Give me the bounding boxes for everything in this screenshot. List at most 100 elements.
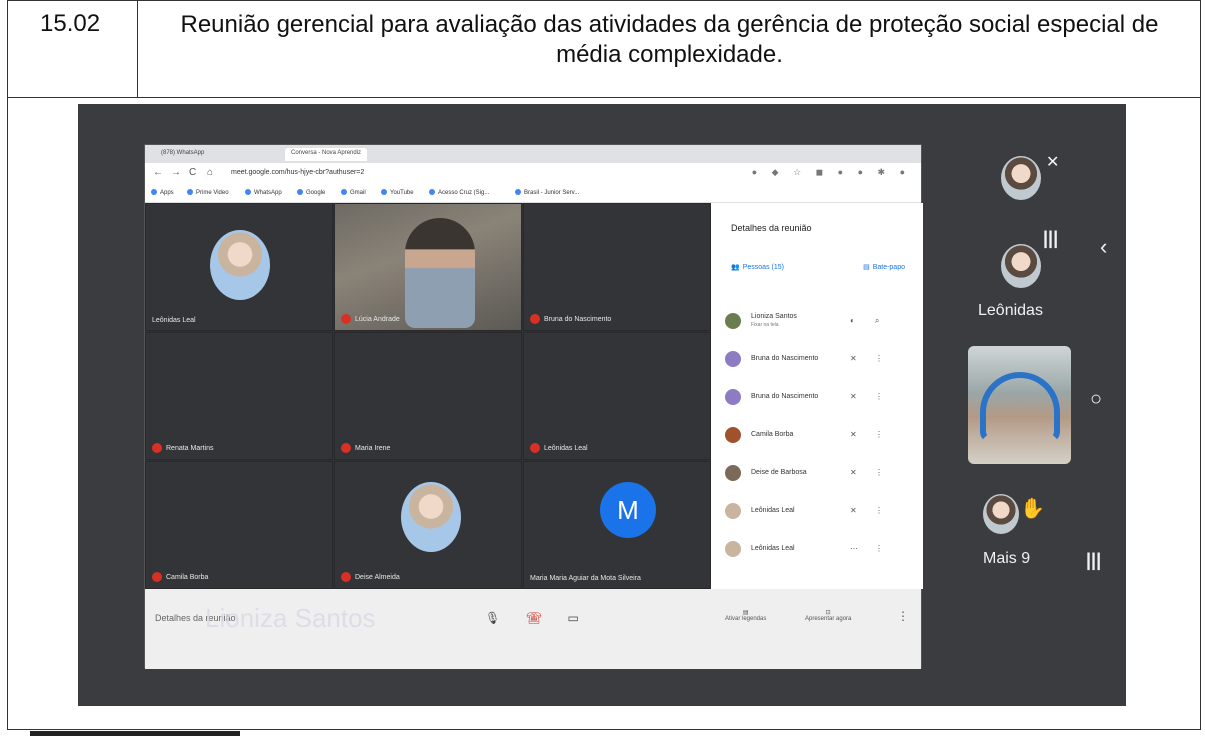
participant-list-item[interactable]: Camila Borba ✕ ⋮ — [725, 427, 915, 447]
participant-list-name: Lioniza Santos — [751, 313, 797, 320]
participant-tile[interactable]: Deise Almeida — [334, 461, 522, 589]
more-options-icon[interactable]: ⋮ — [875, 544, 883, 553]
audio-level-icon: ||| — [1043, 228, 1059, 248]
participant-name: Maria Maria Aguiar da Mota Silveira — [530, 575, 641, 582]
participant-list-name: Bruna do Nascimento — [751, 393, 819, 400]
self-video[interactable] — [968, 346, 1071, 464]
tab-chat[interactable]: Bate-papo — [863, 263, 905, 271]
home-icon[interactable]: ⌂ — [207, 167, 213, 178]
participant-avatar — [725, 465, 741, 481]
participant-list-item[interactable]: Leônidas Leal ⋯ ⋮ — [725, 541, 915, 561]
participant-tile[interactable]: Camila Borba — [145, 461, 333, 589]
mic-icon[interactable]: ◐ — [850, 316, 855, 325]
more-options-icon[interactable]: ⋮ — [875, 430, 883, 439]
participant-avatar — [725, 503, 741, 519]
bookmark-item[interactable]: Gmail — [341, 189, 366, 196]
participant-photo — [983, 494, 1019, 534]
address-bar: ← → C ⌂ meet.google.com/hus-hjye-cbr?aut… — [145, 163, 921, 183]
participant-tile[interactable]: Maria Irene — [334, 332, 522, 460]
mic-icon[interactable]: 🎙 — [485, 611, 526, 625]
back-icon[interactable]: ← — [153, 167, 163, 178]
home-circle-icon[interactable]: ○ — [1090, 388, 1102, 411]
raised-hand-icon: ✋ — [1020, 498, 1045, 520]
participant-list-item[interactable]: Lioniza Santos Fixar na tela ◐ ⌕ — [725, 313, 915, 333]
participant-tile[interactable]: Leônidas Leal — [145, 203, 333, 331]
call-controls: 🎙☎▭ — [485, 611, 605, 625]
participant-grid: Leônidas Leal Lúcia Andrade Bruna do Nas… — [145, 203, 711, 589]
bookmark-item[interactable]: Prime Video — [187, 189, 229, 196]
mic-off-icon: ✕ — [1046, 154, 1060, 171]
participant-name: Bruna do Nascimento — [530, 314, 611, 324]
more-options-icon[interactable]: ⋮ — [875, 468, 883, 477]
more-participants-label[interactable]: Mais 9 — [983, 550, 1030, 568]
header-row: 15.02 Reunião gerencial para avaliação d… — [8, 1, 1200, 98]
meeting-control-bar: Detalhes da reunião Lioniza Santos 🎙☎▭ ▤… — [145, 589, 921, 669]
more-options-icon[interactable]: ⋮ — [897, 609, 909, 623]
speaking-icon[interactable]: ⋯ — [850, 544, 858, 553]
laptop-screen: (878) WhatsApp Conversa - Nova Aprendiz … — [144, 144, 923, 669]
bookmark-item[interactable]: YouTube — [381, 189, 414, 196]
reload-icon[interactable]: C — [189, 167, 196, 178]
participant-list-item[interactable]: Bruna do Nascimento ✕ ⋮ — [725, 389, 915, 409]
bookmark-item[interactable]: Acesso Cruz (Sig... — [429, 189, 489, 196]
participant-name: Renata Martins — [152, 443, 213, 453]
more-options-icon[interactable]: ⋮ — [875, 354, 883, 363]
bookmark-item[interactable]: Brasil - Junior Serv... — [515, 189, 579, 196]
url-field[interactable]: meet.google.com/hus-hjye-cbr?authuser=2 — [231, 169, 364, 176]
participant-name: Deise Almeida — [341, 572, 400, 582]
chevron-left-icon[interactable]: ‹ — [1100, 234, 1107, 260]
participant-photo[interactable] — [1001, 156, 1041, 200]
camera-icon[interactable]: ▭ — [567, 611, 604, 625]
participant-list-item[interactable]: Leônidas Leal ✕ ⋮ — [725, 503, 915, 523]
mic-off-icon — [152, 443, 162, 453]
speaker-name-overlay: Lioniza Santos — [205, 603, 376, 633]
more-options-icon[interactable]: ⋮ — [875, 506, 883, 515]
mic-off-icon — [530, 314, 540, 324]
participant-name: Leônidas Leal — [152, 317, 196, 324]
participant-tile[interactable]: Leônidas Leal — [523, 332, 711, 460]
mic-off-icon[interactable]: ✕ — [850, 392, 857, 401]
bookmark-item[interactable]: Apps — [151, 189, 174, 196]
participant-tile[interactable]: Renata Martins — [145, 332, 333, 460]
bookmarks-bar: Apps Prime Video WhatsApp Google Gmail Y… — [145, 183, 921, 203]
participant-avatar — [725, 427, 741, 443]
participant-photo[interactable] — [1001, 244, 1041, 288]
pin-icon[interactable]: ⌕ — [875, 316, 879, 326]
participant-photo — [401, 482, 461, 552]
document-table: 15.02 Reunião gerencial para avaliação d… — [7, 0, 1201, 730]
captions-button[interactable]: ▤ Ativar legendas — [725, 609, 766, 622]
participant-tile[interactable]: M Maria Maria Aguiar da Mota Silveira — [523, 461, 711, 589]
mic-off-icon — [341, 314, 351, 324]
mic-off-icon[interactable]: ✕ — [850, 430, 857, 439]
mic-off-icon — [530, 443, 540, 453]
forward-icon[interactable]: → — [171, 167, 181, 178]
mic-off-icon[interactable]: ✕ — [850, 506, 857, 515]
bookmark-item[interactable]: Google — [297, 189, 325, 196]
tab-people[interactable]: Pessoas (15) — [731, 263, 784, 271]
participant-list-name: Deise de Barbosa — [751, 469, 807, 476]
participant-list-item[interactable]: Bruna do Nascimento ✕ ⋮ — [725, 351, 915, 371]
mic-off-icon — [152, 572, 162, 582]
browser-tab-active[interactable]: Conversa - Nova Aprendiz — [285, 148, 368, 161]
present-now-button[interactable]: ⊡ Apresentar agora — [805, 609, 851, 622]
extension-icons[interactable]: ● ◆ ☆ ◼ ● ● ✱ ● — [752, 167, 911, 178]
meeting-details-panel: Detalhes da reunião Pessoas (15) Bate-pa… — [711, 203, 923, 589]
hang-up-icon[interactable]: ☎ — [526, 611, 567, 625]
participant-name: Lúcia Andrade — [341, 314, 400, 324]
browser-tab[interactable]: (878) WhatsApp — [155, 148, 210, 161]
participant-list-name: Camila Borba — [751, 431, 794, 438]
participant-list-subtitle: Fixar na tela — [751, 322, 779, 328]
mic-off-icon[interactable]: ✕ — [850, 468, 857, 477]
participant-tile[interactable]: Lúcia Andrade — [334, 203, 522, 331]
participant-list-item[interactable]: Deise de Barbosa ✕ ⋮ — [725, 465, 915, 485]
browser-tab-strip: (878) WhatsApp Conversa - Nova Aprendiz — [145, 145, 921, 163]
participant-avatar — [725, 351, 741, 367]
menu-icon[interactable]: ||| — [1086, 550, 1101, 571]
more-options-icon[interactable]: ⋮ — [875, 392, 883, 401]
bookmark-item[interactable]: WhatsApp — [245, 189, 282, 196]
participant-name: Leônidas Leal — [530, 443, 588, 453]
headphones — [980, 372, 1060, 442]
participant-tile[interactable]: Bruna do Nascimento — [523, 203, 711, 331]
mic-off-icon[interactable]: ✕ — [850, 354, 857, 363]
mic-off-icon — [341, 572, 351, 582]
